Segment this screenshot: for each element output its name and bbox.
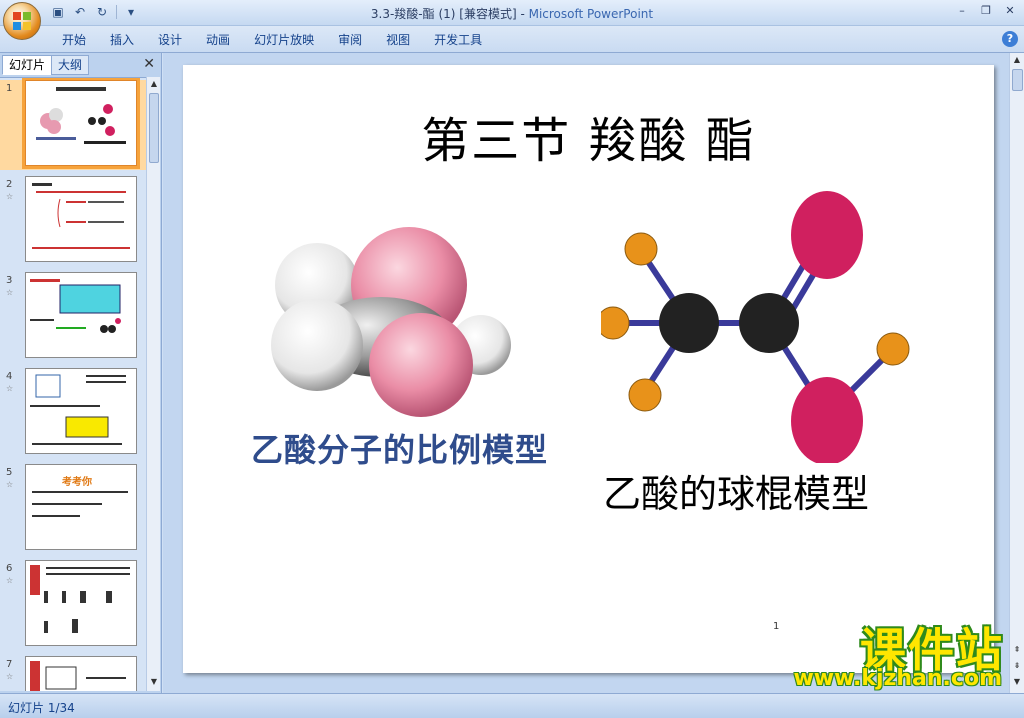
ball-and-stick-model-image[interactable] — [601, 183, 931, 463]
document-name: 3.3-羧酸-酯 (1) [兼容模式] - — [370, 7, 529, 21]
close-pane-icon[interactable]: ✕ — [143, 56, 155, 72]
thumbnail-4-preview — [30, 374, 126, 445]
scrollbar-thumb[interactable] — [1012, 69, 1023, 91]
thumbnail-row[interactable]: 5 ☆ 考考你 — [0, 464, 146, 554]
slide-number: 1 — [6, 83, 13, 94]
animation-icon: ☆ — [6, 192, 14, 201]
animation-icon: ☆ — [6, 672, 14, 681]
thumbnail-scrollbar[interactable]: ▲ ▼ — [146, 77, 160, 691]
tab-review[interactable]: 审阅 — [326, 31, 374, 49]
tab-outline[interactable]: 大纲 — [51, 55, 90, 75]
thumbnail-3-preview — [30, 279, 121, 333]
ball-and-stick-caption[interactable]: 乙酸的球棍模型 — [603, 463, 869, 518]
space-filling-model-image[interactable] — [271, 215, 511, 425]
slide-thumbnail[interactable] — [25, 560, 137, 646]
app-name: Microsoft PowerPoint — [528, 7, 654, 21]
close-icon[interactable]: ✕ — [1000, 3, 1020, 19]
slide-number: 7 — [6, 659, 13, 670]
thumbnail-2-preview — [32, 183, 130, 249]
slide-thumbnail[interactable] — [25, 176, 137, 262]
thumbnail-row[interactable]: 1 — [0, 78, 146, 170]
scroll-down-icon[interactable]: ▼ — [149, 677, 159, 689]
tab-slideshow[interactable]: 幻灯片放映 — [242, 31, 326, 49]
slide-number: 6 — [6, 563, 13, 574]
window-controls: – ❐ ✕ — [952, 3, 1020, 19]
tab-design[interactable]: 设计 — [146, 31, 194, 49]
slide-editor: 第三节 羧酸 酯 乙酸分子的比例模型 乙酸的球棍模型 1 — [163, 53, 1009, 693]
slide-title[interactable]: 第三节 羧酸 酯 — [183, 101, 994, 171]
pane-tabs: 幻灯片 大纲 — [2, 55, 90, 75]
scrollbar-thumb[interactable] — [149, 93, 159, 163]
scroll-up-icon[interactable]: ▲ — [1012, 55, 1022, 67]
slide-number: 2 — [6, 179, 13, 190]
ribbon: 开始 插入 设计 动画 幻灯片放映 审阅 视图 开发工具 ? — [0, 26, 1024, 53]
tab-developer[interactable]: 开发工具 — [422, 31, 494, 49]
tab-home[interactable]: 开始 — [50, 31, 98, 49]
office-logo-icon — [13, 12, 31, 30]
slide-thumbnail[interactable] — [25, 272, 137, 358]
thumbnail-7-preview — [30, 661, 126, 691]
editor-scrollbar[interactable]: ▲ ⇞ ⇟ ▼ — [1009, 53, 1024, 693]
watermark: 课件站 www.kjzhan.com — [776, 614, 1004, 692]
office-button[interactable] — [3, 2, 41, 40]
ribbon-tabs: 开始 插入 设计 动画 幻灯片放映 审阅 视图 开发工具 — [50, 31, 494, 49]
slide-thumbnail[interactable] — [25, 656, 137, 691]
restore-icon[interactable]: ❐ — [976, 3, 996, 19]
slide-thumbnail[interactable] — [22, 78, 140, 169]
thumbnail-row[interactable]: 3 ☆ — [0, 272, 146, 362]
space-filling-model-caption[interactable]: 乙酸分子的比例模型 — [251, 425, 548, 471]
scroll-up-icon[interactable]: ▲ — [149, 79, 159, 91]
next-slide-icon[interactable]: ⇟ — [1012, 661, 1022, 673]
status-bar: 幻灯片 1/34 — [0, 693, 1024, 718]
tab-animations[interactable]: 动画 — [194, 31, 242, 49]
tab-view[interactable]: 视图 — [374, 31, 422, 49]
tab-slides[interactable]: 幻灯片 — [2, 55, 53, 75]
slide-number: 3 — [6, 275, 13, 286]
slide-thumbnail[interactable] — [25, 368, 137, 454]
thumbnail-6-preview — [30, 565, 130, 633]
tab-insert[interactable]: 插入 — [98, 31, 146, 49]
help-icon[interactable]: ? — [1002, 31, 1018, 47]
animation-icon: ☆ — [6, 384, 14, 393]
slides-pane: 幻灯片 大纲 ✕ 1 2 ☆ 3 ☆ 4 ☆ 5 ☆ 考考你 6 ☆ 7 ☆ ▲… — [0, 53, 162, 693]
window-title: 3.3-羧酸-酯 (1) [兼容模式] - Microsoft PowerPoi… — [0, 5, 1024, 22]
watermark-url: www.kjzhan.com — [793, 666, 1002, 691]
animation-icon: ☆ — [6, 288, 14, 297]
slide-number: 5 — [6, 467, 13, 478]
minimize-icon[interactable]: – — [952, 3, 972, 19]
current-slide[interactable]: 第三节 羧酸 酯 乙酸分子的比例模型 乙酸的球棍模型 1 — [183, 65, 994, 673]
thumbnail-list: 1 2 ☆ 3 ☆ 4 ☆ 5 ☆ 考考你 6 ☆ 7 ☆ — [0, 77, 146, 691]
thumbnail-row[interactable]: 6 ☆ — [0, 560, 146, 650]
slide-number: 4 — [6, 371, 13, 382]
thumbnail-5-heading: 考考你 — [62, 477, 92, 488]
thumbnail-row[interactable]: 2 ☆ — [0, 176, 146, 266]
thumbnail-row[interactable]: 4 ☆ — [0, 368, 146, 458]
thumbnail-row[interactable]: 7 ☆ — [0, 656, 146, 691]
previous-slide-icon[interactable]: ⇞ — [1012, 645, 1022, 657]
title-bar: ▣ ↶ ↻ ▾ 3.3-羧酸-酯 (1) [兼容模式] - Microsoft … — [0, 0, 1024, 40]
animation-icon: ☆ — [6, 480, 14, 489]
slide-thumbnail[interactable]: 考考你 — [25, 464, 137, 550]
thumbnail-1-preview — [36, 87, 126, 144]
slide-counter: 幻灯片 1/34 — [8, 701, 75, 715]
scroll-down-icon[interactable]: ▼ — [1012, 677, 1022, 689]
animation-icon: ☆ — [6, 576, 14, 585]
